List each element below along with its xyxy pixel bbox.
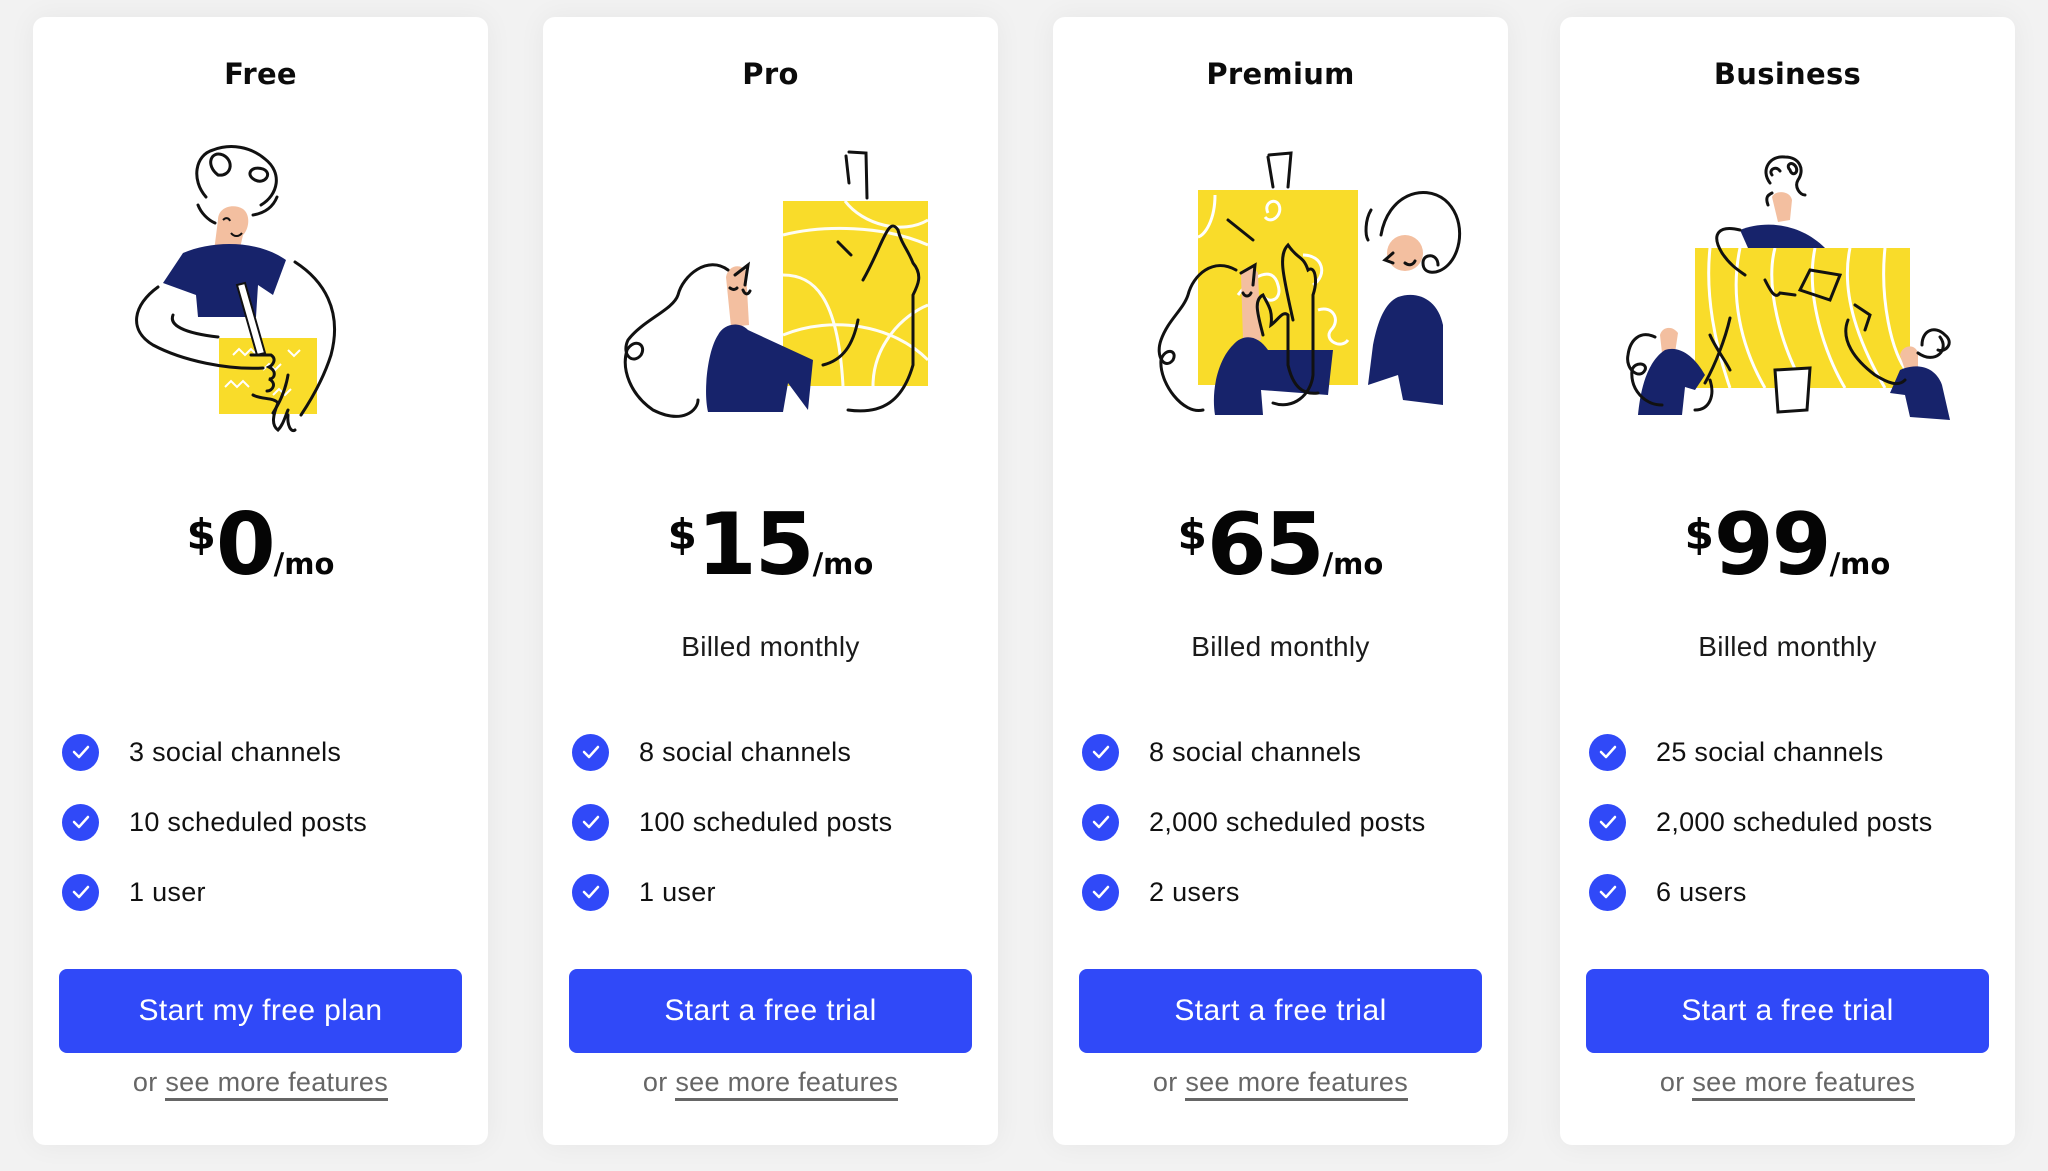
feature-list: 8 social channels 100 scheduled posts 1 … xyxy=(563,717,978,927)
price-amount: 99 xyxy=(1713,495,1832,595)
feature-list: 3 social channels 10 scheduled posts 1 u… xyxy=(53,717,468,927)
check-circle-icon xyxy=(572,733,609,771)
price: $99/mo xyxy=(1560,502,2015,588)
price-currency: $ xyxy=(667,510,697,559)
see-more-features-link[interactable]: see more features xyxy=(1185,1067,1409,1101)
feature-item: 2,000 scheduled posts xyxy=(1073,787,1488,857)
feature-text: 1 user xyxy=(129,876,206,907)
price-period: /mo xyxy=(812,547,874,581)
feature-text: 3 social channels xyxy=(129,736,342,767)
check-circle-icon xyxy=(1082,733,1119,771)
feature-text: 25 social channels xyxy=(1656,736,1884,767)
price: $15/mo xyxy=(543,502,998,588)
see-more-features: or see more features xyxy=(33,1067,488,1101)
start-free-plan-button[interactable]: Start my free plan xyxy=(59,969,462,1053)
feature-list: 8 social channels 2,000 scheduled posts … xyxy=(1073,717,1488,927)
price: $65/mo xyxy=(1053,502,1508,588)
start-free-trial-button[interactable]: Start a free trial xyxy=(1586,969,1989,1053)
price-amount: 0 xyxy=(215,495,276,595)
check-circle-icon xyxy=(62,873,99,911)
check-circle-icon xyxy=(62,733,99,771)
plan-title: Pro xyxy=(742,57,799,91)
check-circle-icon xyxy=(1589,873,1626,911)
plan-title: Free xyxy=(224,57,297,91)
feature-text: 8 social channels xyxy=(639,736,852,767)
feature-item: 1 user xyxy=(53,857,468,927)
feature-text: 10 scheduled posts xyxy=(129,806,368,837)
feature-item: 10 scheduled posts xyxy=(53,787,468,857)
feature-text: 6 users xyxy=(1656,876,1747,907)
pricing-card-free: Free $0/mo 3 social channels 10 schedule… xyxy=(33,17,488,1145)
pricing-card-premium: Premium $65/mo Billed monthly 8 social c… xyxy=(1053,17,1508,1145)
see-more-features: or see more features xyxy=(543,1067,998,1101)
check-circle-icon xyxy=(62,803,99,841)
pricing-card-business: Business $99/mo Billed monthly 25 social… xyxy=(1560,17,2015,1145)
feature-list: 25 social channels 2,000 scheduled posts… xyxy=(1580,717,1995,927)
price-period: /mo xyxy=(1829,547,1891,581)
more-prefix: or xyxy=(1152,1067,1186,1097)
feature-text: 8 social channels xyxy=(1149,736,1362,767)
price-currency: $ xyxy=(186,510,216,559)
person-drawing-on-note-illustration xyxy=(135,145,337,433)
price-currency: $ xyxy=(1684,510,1714,559)
feature-item: 100 scheduled posts xyxy=(563,787,978,857)
see-more-features-link[interactable]: see more features xyxy=(675,1067,899,1101)
feature-text: 1 user xyxy=(639,876,716,907)
feature-text: 2,000 scheduled posts xyxy=(1149,806,1426,837)
check-circle-icon xyxy=(1082,803,1119,841)
see-more-features-link[interactable]: see more features xyxy=(165,1067,389,1101)
start-free-trial-button[interactable]: Start a free trial xyxy=(1079,969,1482,1053)
pricing-card-pro: Pro $15/mo Billed monthly 8 social chann… xyxy=(543,17,998,1145)
billing-note: Billed monthly xyxy=(681,631,860,662)
feature-item: 1 user xyxy=(563,857,978,927)
feature-item: 8 social channels xyxy=(563,717,978,787)
team-around-table-illustration xyxy=(1626,155,1951,420)
feature-text: 2 users xyxy=(1149,876,1240,907)
price-period: /mo xyxy=(1322,547,1384,581)
check-circle-icon xyxy=(1589,803,1626,841)
check-circle-icon xyxy=(1589,733,1626,771)
price: $0/mo xyxy=(33,502,488,588)
feature-item: 2 users xyxy=(1073,857,1488,927)
feature-text: 2,000 scheduled posts xyxy=(1656,806,1933,837)
person-touching-board-illustration xyxy=(623,150,930,418)
feature-item: 3 social channels xyxy=(53,717,468,787)
price-period: /mo xyxy=(273,547,335,581)
more-prefix: or xyxy=(132,1067,166,1097)
price-amount: 15 xyxy=(696,495,815,595)
check-circle-icon xyxy=(572,873,609,911)
more-prefix: or xyxy=(1659,1067,1693,1097)
feature-item: 2,000 scheduled posts xyxy=(1580,787,1995,857)
more-prefix: or xyxy=(642,1067,676,1097)
feature-item: 6 users xyxy=(1580,857,1995,927)
see-more-features: or see more features xyxy=(1560,1067,2015,1101)
feature-item: 8 social channels xyxy=(1073,717,1488,787)
start-free-trial-button[interactable]: Start a free trial xyxy=(569,969,972,1053)
see-more-features-link[interactable]: see more features xyxy=(1692,1067,1916,1101)
see-more-features: or see more features xyxy=(1053,1067,1508,1101)
check-circle-icon xyxy=(572,803,609,841)
check-circle-icon xyxy=(1082,873,1119,911)
feature-item: 25 social channels xyxy=(1580,717,1995,787)
price-amount: 65 xyxy=(1206,495,1325,595)
billing-note: Billed monthly xyxy=(1191,631,1370,662)
two-people-at-board-illustration xyxy=(1157,151,1462,415)
billing-note: Billed monthly xyxy=(1698,631,1877,662)
feature-text: 100 scheduled posts xyxy=(639,806,893,837)
plan-title: Premium xyxy=(1206,57,1355,91)
plan-title: Business xyxy=(1713,57,1862,91)
price-currency: $ xyxy=(1177,510,1207,559)
